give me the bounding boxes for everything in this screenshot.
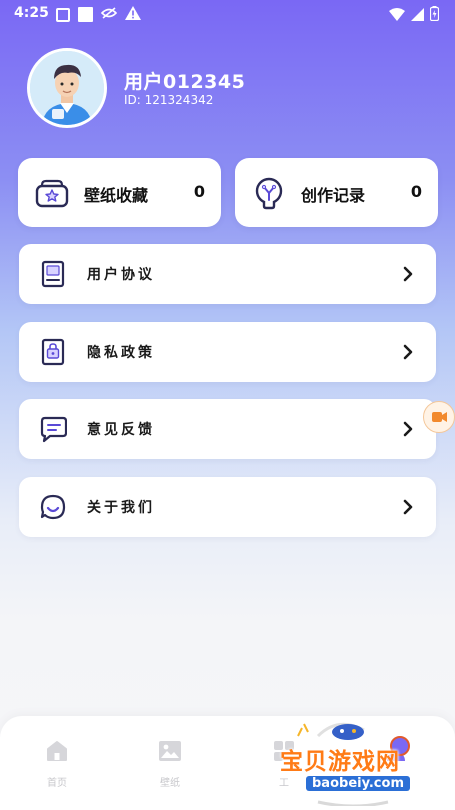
watermark: 宝贝游戏网 baobeiy.com [278, 718, 428, 806]
feedback-chat-icon [39, 415, 68, 443]
menu-label-about-us: 关于我们 [87, 500, 155, 516]
wallpaper-collection-label: 壁纸收藏 [84, 186, 149, 205]
hidden-icon [100, 7, 118, 22]
creation-record-label: 创作记录 [301, 186, 366, 205]
nav-tab-wallpaper[interactable]: 壁纸 [140, 738, 200, 789]
creation-record-card[interactable]: 创作记录 0 [235, 158, 438, 227]
a-box-icon [56, 7, 70, 22]
status-time: 4:25 [14, 5, 49, 21]
chevron-right-icon [402, 265, 414, 283]
menu-item-feedback[interactable]: 意见反馈 [19, 399, 436, 459]
square-icon [78, 7, 93, 22]
image-icon [157, 738, 183, 764]
username: 用户012345 [124, 71, 246, 93]
document-icon [39, 260, 67, 288]
menu-item-privacy-policy[interactable]: 隐私政策 [19, 322, 436, 382]
wallpaper-collection-icon [34, 175, 70, 211]
menu-label-user-agreement: 用户协议 [87, 267, 155, 283]
wallpaper-collection-count: 0 [193, 182, 205, 201]
menu-label-privacy-policy: 隐私政策 [87, 345, 155, 361]
menu-item-user-agreement[interactable]: 用户协议 [19, 244, 436, 304]
nav-label-wallpaper: 壁纸 [160, 778, 180, 789]
creation-record-count: 0 [410, 182, 422, 201]
warning-icon [125, 6, 141, 23]
signal-icon [411, 6, 424, 25]
status-system-icons [389, 6, 440, 25]
avatar[interactable] [27, 48, 107, 128]
privacy-lock-icon [39, 338, 67, 366]
battery-icon [429, 6, 440, 25]
user-id: ID: 121324342 [124, 93, 214, 107]
wallpaper-collection-card[interactable]: 壁纸收藏 0 [18, 158, 221, 227]
status-notification-icons [56, 6, 141, 23]
chevron-right-icon [402, 498, 414, 516]
nav-tab-home[interactable]: 首页 [27, 738, 87, 789]
menu-label-feedback: 意见反馈 [87, 422, 155, 438]
screen-record-button[interactable] [423, 401, 455, 433]
home-icon [44, 738, 70, 764]
creation-lightbulb-icon [251, 175, 287, 211]
watermark-title: 宝贝游戏网 [280, 749, 400, 775]
status-bar: 4:25 [0, 0, 455, 28]
chevron-right-icon [402, 343, 414, 361]
video-camera-icon [432, 412, 447, 422]
menu-item-about-us[interactable]: 关于我们 [19, 477, 436, 537]
chevron-right-icon [402, 420, 414, 438]
wifi-icon [389, 6, 405, 25]
nav-label-home: 首页 [47, 778, 67, 789]
watermark-url: baobeiy.com [306, 776, 410, 791]
about-smile-icon [39, 493, 67, 521]
